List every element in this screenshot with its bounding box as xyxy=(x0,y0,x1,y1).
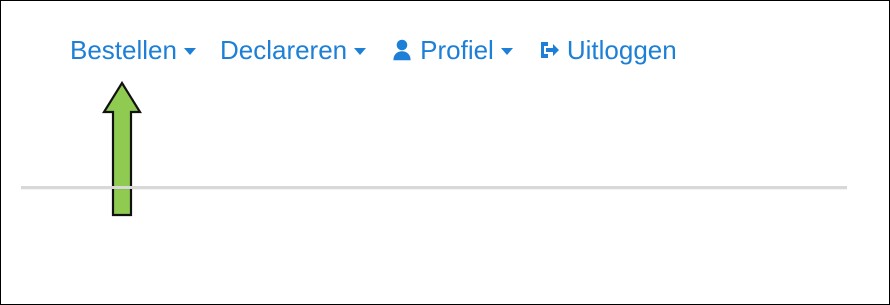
caret-down-icon xyxy=(354,47,367,55)
nav-profiel-label: Profiel xyxy=(420,35,494,65)
nav-bestellen-label: Bestellen xyxy=(70,35,177,65)
screenshot-frame: Bestellen Declareren Profiel Uitloggen xyxy=(0,0,890,305)
sign-out-icon xyxy=(537,38,561,62)
user-icon xyxy=(390,38,414,62)
caret-down-icon xyxy=(183,47,196,55)
caret-down-icon xyxy=(500,47,513,55)
nav-uitloggen-label: Uitloggen xyxy=(566,35,677,65)
nav-declareren-label: Declareren xyxy=(219,35,348,65)
nav-profiel-dropdown[interactable]: Profiel xyxy=(390,31,513,69)
nav-bestellen-dropdown[interactable]: Bestellen xyxy=(70,31,196,69)
top-navigation: Bestellen Declareren Profiel Uitloggen xyxy=(70,31,677,69)
horizontal-divider xyxy=(21,186,847,189)
nav-declareren-dropdown[interactable]: Declareren xyxy=(219,31,367,69)
nav-uitloggen-link[interactable]: Uitloggen xyxy=(537,31,677,69)
up-arrow-icon xyxy=(102,81,142,217)
